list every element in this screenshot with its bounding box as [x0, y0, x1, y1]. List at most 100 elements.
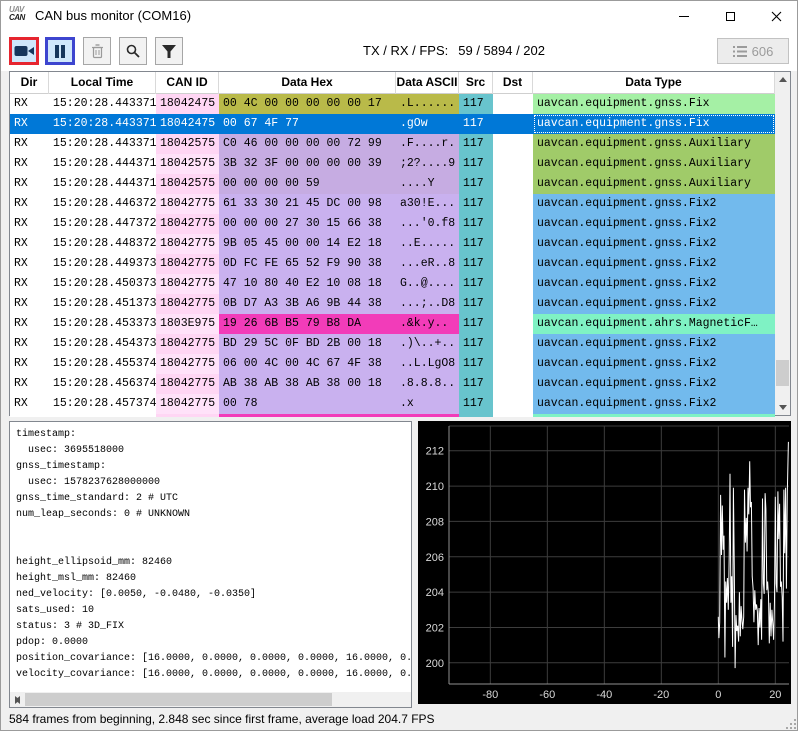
cell-time[interactable]: 15:20:28.456374 — [49, 374, 156, 394]
maximize-button[interactable] — [707, 1, 753, 31]
cell-ascii[interactable]: .gOw — [396, 114, 459, 134]
cell-dir[interactable] — [10, 414, 49, 417]
cell-hex[interactable]: 0B D7 A3 3B A6 9B 44 38 — [219, 294, 396, 314]
cell-src[interactable]: 117 — [459, 214, 493, 234]
cell-canid[interactable]: 18042775 — [156, 394, 219, 414]
cell-dst[interactable] — [493, 234, 533, 254]
horizontal-scrollbar-thumb[interactable] — [25, 693, 332, 706]
cell-time[interactable]: 15:20:28.446372 — [49, 194, 156, 214]
table-row[interactable] — [10, 414, 775, 417]
cell-src[interactable]: 117 — [459, 174, 493, 194]
cell-type[interactable]: uavcan.equipment.gnss.Fix2 — [533, 294, 775, 314]
cell-time[interactable]: 15:20:28.443371 — [49, 94, 156, 114]
cell-ascii[interactable]: .F....r. — [396, 134, 459, 154]
cell-type[interactable]: uavcan.equipment.gnss.Fix2 — [533, 374, 775, 394]
table-row[interactable]: RX15:20:28.4503731804277547 10 80 40 E2 … — [10, 274, 775, 294]
cell-ascii[interactable]: .&k.y.. — [396, 314, 459, 334]
cell-ascii[interactable] — [396, 414, 459, 417]
cell-canid[interactable]: 18042475 — [156, 114, 219, 134]
scroll-down-button[interactable] — [775, 400, 790, 415]
cell-canid[interactable]: 18042775 — [156, 274, 219, 294]
cell-hex[interactable]: 00 78 — [219, 394, 396, 414]
cell-dst[interactable] — [493, 154, 533, 174]
cell-dst[interactable] — [493, 394, 533, 414]
table-row[interactable]: RX15:20:28.4573741804277500 78.x117uavca… — [10, 394, 775, 414]
cell-dir[interactable]: RX — [10, 374, 49, 394]
table-row[interactable]: RX15:20:28.45637418042775AB 38 AB 38 AB … — [10, 374, 775, 394]
cell-dir[interactable]: RX — [10, 314, 49, 334]
table-row[interactable]: RX15:20:28.448372180427759B 05 45 00 00 … — [10, 234, 775, 254]
table-row[interactable]: RX15:20:28.4433711804247500 67 4F 77.gOw… — [10, 114, 775, 134]
column-header-data-hex[interactable]: Data Hex — [219, 72, 396, 94]
cell-type[interactable]: uavcan.equipment.gnss.Fix2 — [533, 274, 775, 294]
cell-dir[interactable]: RX — [10, 154, 49, 174]
cell-dir[interactable]: RX — [10, 94, 49, 114]
cell-dst[interactable] — [493, 134, 533, 154]
clear-button[interactable] — [83, 37, 111, 65]
cell-type[interactable]: uavcan.equipment.gnss.Auxiliary — [533, 154, 775, 174]
scroll-up-button[interactable] — [775, 72, 790, 87]
cell-time[interactable]: 15:20:28.455374 — [49, 354, 156, 374]
cell-dst[interactable] — [493, 294, 533, 314]
cell-ascii[interactable]: ..L.LgO8 — [396, 354, 459, 374]
cell-canid[interactable]: 18042575 — [156, 154, 219, 174]
cell-hex[interactable]: 19 26 6B B5 79 B8 DA — [219, 314, 396, 334]
cell-dir[interactable]: RX — [10, 174, 49, 194]
cell-dst[interactable] — [493, 174, 533, 194]
cell-src[interactable]: 117 — [459, 234, 493, 254]
cell-ascii[interactable]: a30!E... — [396, 194, 459, 214]
cell-hex[interactable] — [219, 414, 396, 417]
filter-button[interactable] — [155, 37, 183, 65]
table-row[interactable]: RX15:20:28.4433711804247500 4C 00 00 00 … — [10, 94, 775, 114]
cell-src[interactable]: 117 — [459, 254, 493, 274]
cell-time[interactable]: 15:20:28.449373 — [49, 254, 156, 274]
cell-src[interactable]: 117 — [459, 194, 493, 214]
cell-src[interactable]: 117 — [459, 394, 493, 414]
cell-dir[interactable]: RX — [10, 334, 49, 354]
cell-dst[interactable] — [493, 214, 533, 234]
frames-queue-button[interactable]: 606 — [717, 38, 789, 64]
table-row[interactable]: RX15:20:28.4553741804277506 00 4C 00 4C … — [10, 354, 775, 374]
table-row[interactable]: RX15:20:28.444371180425753B 32 3F 00 00 … — [10, 154, 775, 174]
cell-src[interactable]: 117 — [459, 314, 493, 334]
detail-horizontal-scrollbar[interactable] — [10, 692, 411, 707]
cell-canid[interactable]: 18042775 — [156, 214, 219, 234]
cell-time[interactable]: 15:20:28.444371 — [49, 174, 156, 194]
cell-hex[interactable]: C0 46 00 00 00 00 72 99 — [219, 134, 396, 154]
cell-time[interactable]: 15:20:28.444371 — [49, 154, 156, 174]
cell-type[interactable]: uavcan.equipment.gnss.Fix — [533, 114, 775, 134]
cell-canid[interactable]: 18042775 — [156, 254, 219, 274]
table-row[interactable]: RX15:20:28.44337118042575C0 46 00 00 00 … — [10, 134, 775, 154]
cell-dir[interactable]: RX — [10, 354, 49, 374]
cell-canid[interactable]: 18042775 — [156, 374, 219, 394]
cell-hex[interactable]: 00 67 4F 77 — [219, 114, 396, 134]
cell-dst[interactable] — [493, 334, 533, 354]
cell-type[interactable]: uavcan.equipment.gnss.Auxiliary — [533, 134, 775, 154]
message-detail-panel[interactable]: timestamp: usec: 3695518000 gnss_timesta… — [9, 421, 412, 708]
table-vertical-scrollbar[interactable] — [775, 72, 790, 415]
column-header-can-id[interactable]: CAN ID — [156, 72, 219, 94]
cell-dir[interactable]: RX — [10, 214, 49, 234]
cell-dir[interactable]: RX — [10, 294, 49, 314]
cell-src[interactable]: 117 — [459, 134, 493, 154]
cell-type[interactable]: uavcan.equipment.gnss.Fix2 — [533, 354, 775, 374]
cell-src[interactable]: 117 — [459, 334, 493, 354]
cell-type[interactable]: uavcan.equipment.gnss.Fix2 — [533, 254, 775, 274]
cell-canid[interactable]: 18042775 — [156, 234, 219, 254]
cell-hex[interactable]: 00 4C 00 00 00 00 00 17 — [219, 94, 396, 114]
cell-dst[interactable] — [493, 94, 533, 114]
cell-src[interactable]: 117 — [459, 374, 493, 394]
cell-src[interactable]: 117 — [459, 274, 493, 294]
cell-canid[interactable]: 18042775 — [156, 354, 219, 374]
cell-canid[interactable]: 18042475 — [156, 94, 219, 114]
cell-time[interactable]: 15:20:28.454373 — [49, 334, 156, 354]
cell-type[interactable]: uavcan.equipment.gnss.Fix2 — [533, 334, 775, 354]
cell-canid[interactable]: 18042775 — [156, 334, 219, 354]
cell-type[interactable] — [533, 414, 775, 417]
column-header-local-time[interactable]: Local Time — [49, 72, 156, 94]
cell-type[interactable]: uavcan.equipment.gnss.Fix2 — [533, 234, 775, 254]
table-row[interactable]: RX15:20:28.4463721804277561 33 30 21 45 … — [10, 194, 775, 214]
cell-src[interactable] — [459, 414, 493, 417]
column-header-dst[interactable]: Dst — [493, 72, 533, 94]
cell-ascii[interactable]: ;2?....9 — [396, 154, 459, 174]
